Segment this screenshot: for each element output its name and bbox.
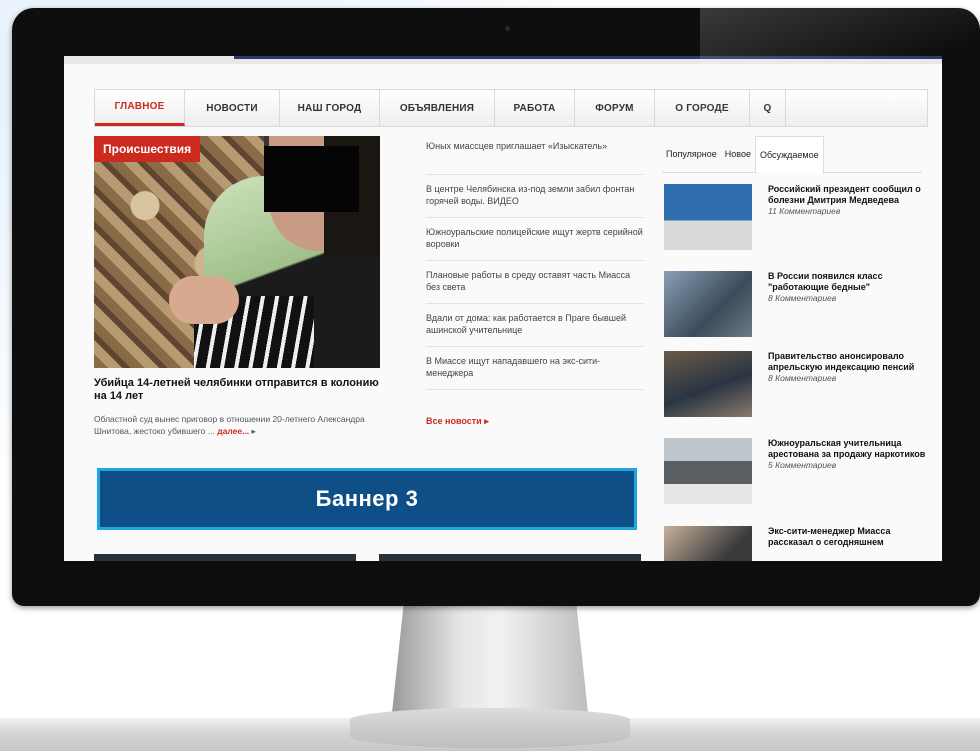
sidebar-item-title[interactable]: Экс-сити-менеджер Миасса рассказал о сег… <box>768 526 891 547</box>
news-item[interactable]: В Миассе ищут нападавшего на экс-сити-ме… <box>426 351 644 390</box>
comment-count: 8 Комментариев <box>768 373 837 383</box>
hero-headline[interactable]: Убийца 14-летней челябинки отправится в … <box>94 377 380 403</box>
thumbnail-peek[interactable] <box>379 554 641 561</box>
censor-bar <box>264 146 359 212</box>
camera-dot <box>505 26 510 31</box>
nav-item-ads[interactable]: ОБЪЯВЛЕНИЯ <box>380 90 495 126</box>
sidebar-item-title[interactable]: Южноуральская учительница арестована за … <box>768 438 925 459</box>
all-news-label: Все новости <box>426 416 482 426</box>
nav-item-forum[interactable]: ФОРУМ <box>575 90 655 126</box>
news-item[interactable]: Плановые работы в среду оставят часть Ми… <box>426 265 644 304</box>
sidebar-thumbnail[interactable] <box>664 526 752 561</box>
sidebar-thumbnail[interactable] <box>664 184 752 250</box>
monitor-stand <box>392 603 588 713</box>
sidebar-item-title[interactable]: В России появился класс "работающие бедн… <box>768 271 883 292</box>
comment-count: 8 Комментариев <box>768 293 837 303</box>
read-more-link[interactable]: далее... <box>217 426 249 436</box>
sidebar-tabs: Популярное Новое Обсуждаемое <box>662 136 922 174</box>
nav-item-news[interactable]: НОВОСТИ <box>185 90 280 126</box>
sidebar-thumbnail[interactable] <box>664 438 752 504</box>
main-navigation: ГЛАВНОЕ НОВОСТИ НАШ ГОРОД ОБЪЯВЛЕНИЯ РАБ… <box>94 89 928 127</box>
header-strip <box>64 56 942 64</box>
news-list: Юных миассцев приглашает «Изыскатель» В … <box>426 136 644 394</box>
hero-summary: Областной суд вынес приговор в отношении… <box>94 413 384 437</box>
arrow-right-icon: ▸ <box>251 426 256 436</box>
monitor-base <box>350 708 630 748</box>
nav-item-jobs[interactable]: РАБОТА <box>495 90 575 126</box>
nav-item-about-city[interactable]: О ГОРОДЕ <box>655 90 750 126</box>
news-item[interactable]: Южноуральские полицейские ищут жертв сер… <box>426 222 644 261</box>
sidebar-item-title[interactable]: Правительство анонсировало апрельскую ин… <box>768 351 914 372</box>
tab-new[interactable]: Новое <box>721 136 755 172</box>
nav-item-our-city[interactable]: НАШ ГОРОД <box>280 90 380 126</box>
search-icon[interactable]: Q <box>750 90 786 126</box>
hero-image[interactable] <box>94 136 380 368</box>
news-item[interactable]: Юных миассцев приглашает «Изыскатель» <box>426 136 644 175</box>
news-item[interactable]: Вдали от дома: как работается в Праге бы… <box>426 308 644 347</box>
all-news-link[interactable]: Все новости ▸ <box>426 416 489 427</box>
news-item[interactable]: В центре Челябинска из-под земли забил ф… <box>426 179 644 218</box>
nav-item-home[interactable]: ГЛАВНОЕ <box>95 90 185 126</box>
monitor-bezel: ГЛАВНОЕ НОВОСТИ НАШ ГОРОД ОБЪЯВЛЕНИЯ РАБ… <box>12 8 980 606</box>
arrow-right-icon: ▸ <box>484 416 489 426</box>
tab-discussed[interactable]: Обсуждаемое <box>754 136 824 174</box>
banner-3[interactable]: Баннер 3 <box>97 468 637 530</box>
comment-count: 5 Комментариев <box>768 460 837 470</box>
comment-count: 11 Комментариев <box>768 206 841 216</box>
thumbnail-peek[interactable] <box>94 554 356 561</box>
category-badge[interactable]: Происшествия <box>94 136 201 162</box>
sidebar-thumbnail[interactable] <box>664 351 752 417</box>
sidebar-thumbnail[interactable] <box>664 271 752 337</box>
sidebar-item-title[interactable]: Российский президент сообщил о болезни Д… <box>768 184 921 205</box>
tab-popular[interactable]: Популярное <box>662 136 721 172</box>
website-screen: ГЛАВНОЕ НОВОСТИ НАШ ГОРОД ОБЪЯВЛЕНИЯ РАБ… <box>64 56 942 561</box>
